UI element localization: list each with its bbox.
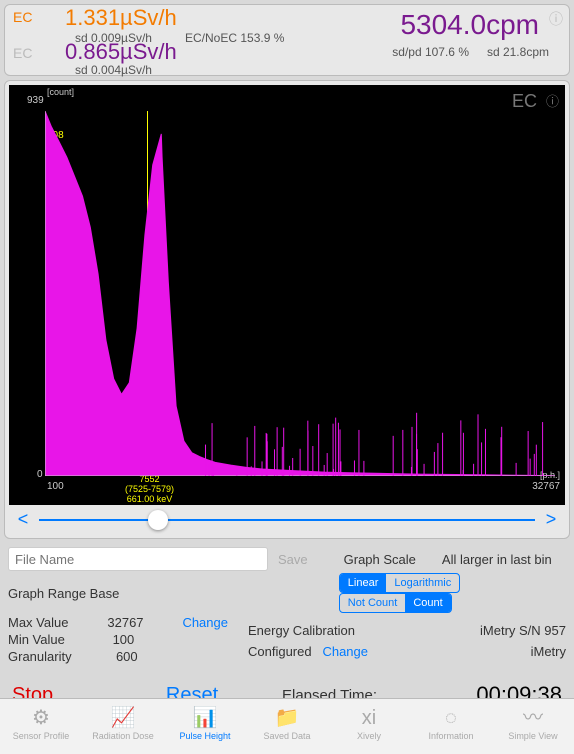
folder-icon: 📁 [246,705,328,731]
scale-segment[interactable]: Linear Logarithmic [339,573,460,593]
tab-simple-view[interactable]: 〰Simple View [492,699,574,754]
range-base-label: Graph Range Base [8,586,215,601]
slider-left-icon[interactable]: < [15,509,31,530]
max-value: 32767 [107,615,143,630]
filename-input[interactable] [8,547,268,571]
min-value: 100 [113,632,135,647]
y-max: 939 [27,95,44,106]
ec2-label: EC [13,45,32,61]
ec-noec: EC/NoEC 153.9 % [185,31,284,45]
configured-label: Configured [248,644,312,659]
tab-bar: ⚙Sensor Profile 📈Radiation Dose 📊Pulse H… [0,698,574,754]
brand: iMetry [480,644,566,659]
count-option[interactable]: Count [405,594,450,612]
tab-information[interactable]: ◌Information [410,699,492,754]
tab-pulse-height[interactable]: 📊Pulse Height [164,699,246,754]
range-slider[interactable]: < > [9,505,565,534]
x-max: 32767 [532,481,560,492]
save-button[interactable]: Save [278,552,308,567]
tab-sensor-profile[interactable]: ⚙Sensor Profile [0,699,82,754]
max-label: Max Value [8,615,68,630]
tab-xively[interactable]: xiXively [328,699,410,754]
notcount-option[interactable]: Not Count [340,594,406,612]
tab-saved-data[interactable]: 📁Saved Data [246,699,328,754]
log-option[interactable]: Logarithmic [386,574,459,592]
sdcpm: sd 21.8cpm [487,45,549,59]
ecal-label: Energy Calibration [248,623,368,638]
spectrum-chart[interactable]: EC ⓘ [count] 939 408 0 [p.h.] 100 32767 … [9,85,565,505]
chart-panel: EC ⓘ [count] 939 408 0 [p.h.] 100 32767 … [4,80,570,539]
change-range-button[interactable]: Change [182,615,228,630]
sd2: sd 0.004µSv/h [75,63,152,77]
measurement-header: ⓘ EC 1.331µSv/h sd 0.009µSv/h EC/NoEC 15… [4,4,570,76]
spectrum-svg [45,111,555,476]
info-tab-icon: ◌ [410,705,492,731]
x-min: 100 [47,481,64,492]
ec1-value: 1.331µSv/h [65,5,177,31]
cursor-label: 7552 (7525-7579) 661.00 keV [125,475,174,505]
info-icon[interactable]: ⓘ [546,91,559,110]
y-axis-label: [count] [47,87,74,97]
slider-right-icon[interactable]: > [543,509,559,530]
wave-icon: 〰 [492,705,574,731]
ec2-value: 0.865µSv/h [65,39,177,65]
count-segment[interactable]: Not Count Count [339,593,452,613]
ec1-label: EC [13,9,32,25]
slider-track[interactable] [39,519,535,521]
gran-label: Granularity [8,649,72,664]
tab-radiation-dose[interactable]: 📈Radiation Dose [82,699,164,754]
controls-panel: Save Graph Scale All larger in last bin … [0,543,574,672]
min-label: Min Value [8,632,65,647]
gear-icon: ⚙ [0,705,82,731]
cpm-value: 5304.0cpm [400,9,539,41]
linear-option[interactable]: Linear [340,574,387,592]
gran-value: 600 [116,649,138,664]
serial-number: iMetry S/N 957 [480,623,566,638]
sdpd: sd/pd 107.6 % [392,45,469,59]
graph-scale-label: Graph Scale [344,552,416,567]
change-ecal-button[interactable]: Change [322,644,368,659]
slider-thumb[interactable] [148,510,168,530]
info-icon[interactable]: ⓘ [549,9,563,29]
chart-badge: EC [512,91,537,112]
histogram-icon: 📊 [164,705,246,731]
chart-icon: 📈 [82,705,164,731]
all-larger-label: All larger in last bin [442,552,552,567]
y-zero: 0 [37,469,43,480]
xi-icon: xi [328,705,410,731]
